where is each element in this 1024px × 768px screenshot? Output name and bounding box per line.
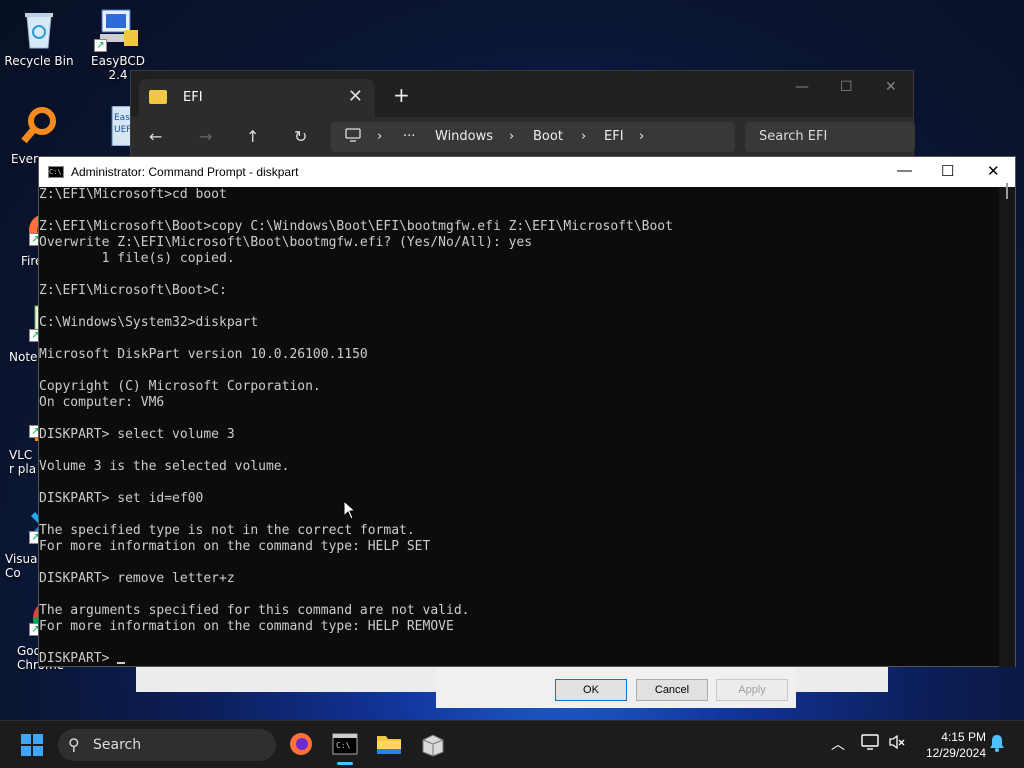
refresh-icon[interactable]: ↻ (294, 127, 307, 146)
breadcrumb-ellipsis[interactable]: ··· (403, 129, 415, 144)
text-cursor (117, 662, 126, 664)
explorer-tab-title: EFI (183, 90, 203, 105)
explorer-nav-bar: ← → ↑ ↻ › ··· Windows › Boot › EFI › Sea… (131, 117, 915, 161)
console-line: For more information on the command type… (39, 619, 454, 634)
console-line: DISKPART> (39, 651, 1001, 667)
console-line: The specified type is not in the correct… (39, 523, 415, 538)
breadcrumb-boot[interactable]: Boot (533, 129, 563, 144)
taskbar-search-box[interactable]: ⚲ Search (58, 729, 276, 761)
cmd-title-bar[interactable]: C:\ Administrator: Command Prompt - disk… (39, 157, 1015, 187)
ok-button[interactable]: OK (555, 679, 627, 701)
address-bar[interactable]: › ··· Windows › Boot › EFI › (331, 122, 735, 152)
chevron-right-icon: › (509, 129, 515, 144)
cancel-button[interactable]: Cancel (636, 679, 708, 701)
desktop-icon-recycle-bin[interactable]: Recycle Bin (1, 8, 77, 68)
console-line: C:\Windows\System32>diskpart (39, 315, 259, 330)
console-line: DISKPART> remove letter+z (39, 571, 235, 586)
breadcrumb-windows[interactable]: Windows (435, 129, 493, 144)
close-icon[interactable]: ✕ (987, 162, 1000, 180)
forward-arrow-icon[interactable]: → (199, 127, 212, 146)
search-efi-input[interactable]: Search EFI (745, 122, 915, 152)
shortcut-arrow-icon: ↗ (94, 39, 107, 52)
window-title: Administrator: Command Prompt - diskpart (71, 165, 299, 179)
easybcd-icon: ↗ (94, 8, 138, 52)
desktop-icon-label: Visual Co (5, 552, 41, 580)
svg-text:C:\: C:\ (336, 741, 351, 750)
clock-time: 4:15 PM (941, 730, 986, 744)
desktop-icon-label: Recycle Bin (4, 54, 74, 68)
search-icon: ⚲ (68, 735, 80, 754)
chevron-right-icon: › (581, 129, 587, 144)
show-hidden-icons-chevron-icon[interactable]: ︿ (831, 734, 845, 754)
console-line: For more information on the command type… (39, 539, 431, 554)
scrollbar-thumb[interactable] (1006, 183, 1008, 199)
close-tab-icon[interactable]: ✕ (348, 86, 363, 107)
file-explorer-taskbar-icon[interactable] (375, 730, 403, 758)
console-line: Z:\EFI\Microsoft\Boot>copy C:\Windows\Bo… (39, 219, 673, 234)
console-line: Volume 3 is the selected volume. (39, 459, 290, 474)
console-line: DISKPART> set id=ef00 (39, 491, 204, 506)
active-app-indicator (337, 762, 353, 765)
console-line: On computer: VM6 (39, 395, 165, 410)
folder-icon (149, 90, 167, 104)
explorer-tab-efi[interactable]: EFI ✕ (139, 79, 375, 117)
windows-start-icon[interactable] (21, 734, 43, 756)
new-tab-icon[interactable]: + (393, 83, 410, 107)
command-prompt-taskbar-icon[interactable]: C:\ (331, 730, 359, 758)
cmd-app-icon: C:\ (48, 166, 64, 178)
vertical-scrollbar[interactable] (999, 187, 1015, 667)
clock-date: 12/29/2024 (925, 746, 986, 760)
chevron-right-icon: › (639, 129, 645, 144)
back-arrow-icon[interactable]: ← (149, 127, 162, 146)
console-line: Copyright (C) Microsoft Corporation. (39, 379, 321, 394)
up-arrow-icon[interactable]: ↑ (246, 127, 259, 146)
package-app-taskbar-icon[interactable] (419, 730, 447, 758)
minimize-icon[interactable]: — (897, 162, 912, 179)
close-icon[interactable]: ✕ (885, 79, 897, 95)
taskbar-search-label: Search (93, 737, 142, 753)
console-line: DISKPART> select volume 3 (39, 427, 235, 442)
console-line: Overwrite Z:\EFI\Microsoft\Boot\bootmgfw… (39, 235, 533, 250)
console-line: Z:\EFI\Microsoft>cd boot (39, 187, 227, 202)
network-monitor-icon[interactable] (861, 734, 879, 754)
speaker-muted-icon[interactable] (888, 734, 906, 754)
maximize-icon[interactable]: ☐ (941, 162, 954, 180)
file-explorer-window: EFI ✕ + — ☐ ✕ ← → ↑ ↻ › ··· Windows › Bo… (130, 70, 915, 161)
command-prompt-window: C:\ Administrator: Command Prompt - disk… (38, 156, 1016, 667)
firefox-taskbar-icon[interactable] (287, 730, 315, 758)
this-pc-monitor-icon (345, 128, 361, 146)
minimize-icon[interactable]: — (795, 79, 809, 95)
apply-button[interactable]: Apply (716, 679, 788, 701)
console-line: Z:\EFI\Microsoft\Boot>C: (39, 283, 227, 298)
console-line: 1 file(s) copied. (39, 251, 235, 266)
console-output[interactable]: Z:\EFI\Microsoft>cd boot Z:\EFI\Microsoft… (39, 187, 1001, 667)
taskbar: ⚲ Search C:\ ︿ 4:15 PM 12/29/2024 (0, 720, 1024, 768)
explorer-tab-bar: EFI ✕ + — ☐ ✕ (131, 71, 913, 117)
mouse-pointer-icon (343, 499, 357, 524)
taskbar-clock[interactable]: 4:15 PM 12/29/2024 (912, 729, 986, 761)
everything-search-icon (19, 106, 59, 146)
breadcrumb-efi[interactable]: EFI (604, 129, 624, 144)
maximize-icon[interactable]: ☐ (840, 79, 853, 95)
desktop-icon-label: VLC r pla (9, 448, 37, 476)
recycle-bin-icon (19, 8, 59, 49)
notification-bell-icon[interactable] (989, 734, 1005, 756)
console-line: The arguments specified for this command… (39, 603, 470, 618)
chevron-right-icon: › (377, 129, 383, 144)
console-line: Microsoft DiskPart version 10.0.26100.11… (39, 347, 368, 362)
